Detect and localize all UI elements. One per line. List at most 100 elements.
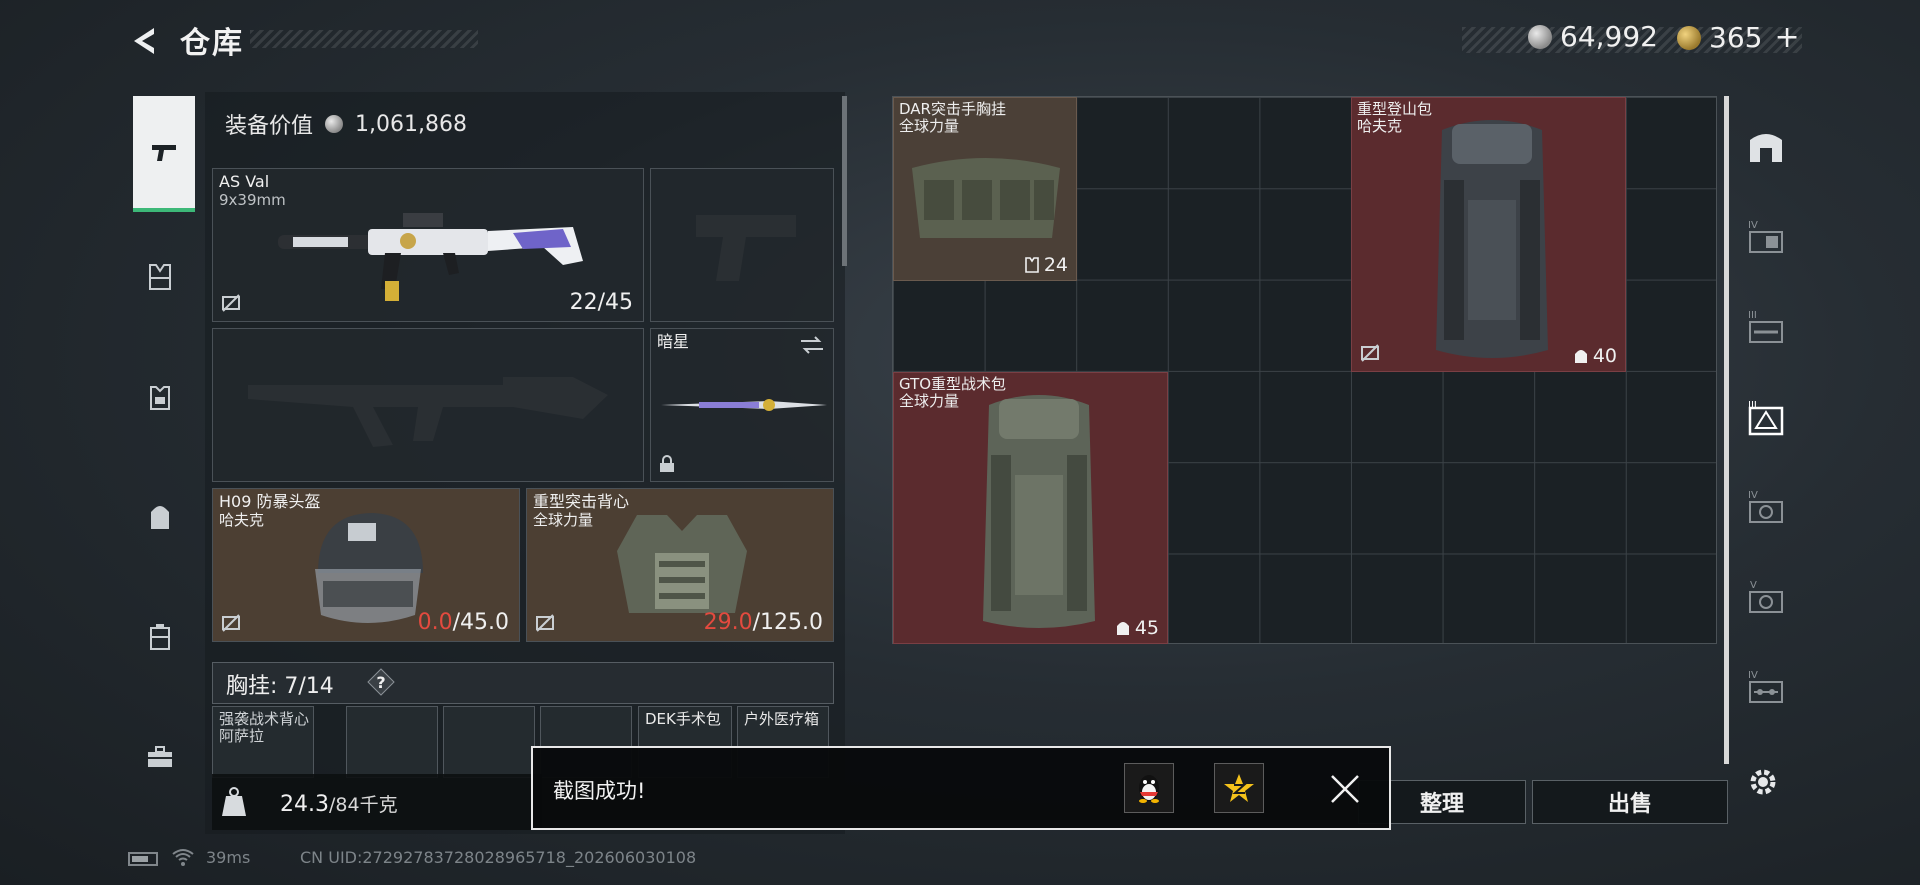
back-arrow-icon[interactable] (128, 24, 162, 58)
share-qzone-button[interactable] (1214, 763, 1264, 813)
battery-icon (128, 852, 158, 866)
backpack-icon (151, 506, 169, 529)
tier5-gear-container-icon: V (1749, 580, 1783, 613)
helmet-slot[interactable]: H09 防暴头盔 哈夫克 0.0/45.0 (212, 488, 520, 642)
container-tab-tier3[interactable]: III (1738, 286, 1794, 366)
pistol-icon (152, 145, 176, 161)
gold-amount: 365 (1709, 21, 1763, 54)
title-decoration (250, 30, 478, 48)
pistol-placeholder-icon (696, 215, 796, 281)
gold-coin-icon (1677, 25, 1701, 50)
loadout-scrollbar[interactable] (842, 96, 847, 266)
storage-item-chest-rig[interactable]: DAR突击手胸挂 全球力量 24 (893, 97, 1077, 281)
sell-button[interactable]: 出售 (1532, 780, 1728, 824)
equipment-value: 装备价值 1,061,868 (225, 108, 467, 140)
help-glyph: ? (376, 673, 385, 692)
nav-weapons[interactable] (133, 96, 195, 212)
mountain-backpack-image (1436, 120, 1548, 358)
sidearm-slot-empty[interactable] (650, 168, 834, 322)
help-icon[interactable]: ? (366, 667, 396, 697)
container-tab-safe[interactable] (1738, 106, 1794, 186)
armor-vest-icon (150, 386, 170, 410)
lock-icon (660, 455, 674, 472)
pocket-slot[interactable]: 强袭战术背心 阿萨拉 (212, 706, 314, 778)
storage-item-tactical-backpack[interactable]: GTO重型战术包 全球力量 45 (893, 372, 1168, 644)
melee-name: 暗星 (657, 332, 690, 351)
tier-label: III (1748, 310, 1757, 321)
nav-backpack[interactable] (131, 488, 189, 546)
item-count-value: 40 (1592, 345, 1617, 367)
primary-weapon-slot[interactable]: AS Val 9x39mm 22/45 (212, 168, 644, 322)
tier4-gear-container-icon: IV (1748, 490, 1783, 523)
add-currency-button[interactable]: + (1774, 20, 1799, 55)
tactical-backpack-image (983, 395, 1095, 628)
gold-currency[interactable]: 365 + (1677, 20, 1800, 55)
armor-slot[interactable]: 重型突击背心 全球力量 29.0/125.0 (526, 488, 834, 642)
helmet-durability-max: /45.0 (452, 610, 509, 635)
container-tab-tier4-c[interactable]: IV (1738, 646, 1794, 726)
container-tab-tier4-b[interactable]: IV (1738, 466, 1794, 546)
item-count-value: 24 (1043, 254, 1068, 276)
secondary-weapon-slot-empty[interactable] (212, 328, 644, 482)
weapon-name: AS Val (219, 172, 270, 191)
uninsured-icon (222, 294, 240, 312)
uninsured-icon (1361, 344, 1379, 362)
knife-image (661, 399, 827, 411)
safe-box-icon (1750, 134, 1782, 162)
share-qq-button[interactable] (1124, 763, 1174, 813)
uninsured-icon (222, 614, 240, 632)
armor-durability: 29.0/125.0 (704, 610, 823, 635)
pocket-slot-empty[interactable] (443, 706, 535, 778)
toast-message: 截图成功! (553, 779, 646, 803)
carry-weight-value: 24.3 (280, 792, 329, 817)
tier-label: IV (1748, 220, 1758, 231)
item-title: DAR突击手胸挂 (899, 100, 1006, 118)
carry-weight: 24.3/84千克 (280, 790, 398, 817)
container-tab-tier5[interactable]: V (1738, 556, 1794, 636)
tier4-pipe-container-icon: IV (1748, 670, 1783, 703)
equipment-value-label: 装备价值 (225, 114, 314, 139)
tier3-warning-container-icon: III (1748, 400, 1784, 436)
storage-item-mountain-backpack[interactable]: 重型登山包 哈夫克 40 (1351, 97, 1626, 372)
swap-icon[interactable] (799, 335, 825, 355)
melee-slot[interactable]: 暗星 (650, 328, 834, 482)
tier-label: V (1750, 580, 1757, 591)
backpack-capacity-icon (1574, 350, 1587, 363)
as-val-rifle-image (278, 213, 583, 301)
chest-rig-capacity-icon (1025, 257, 1039, 273)
container-tab-tier4[interactable]: IV (1738, 196, 1794, 276)
item-title: 重型登山包 (1357, 100, 1433, 118)
backpack-capacity-icon (1116, 622, 1129, 635)
pocket-item-name: 强袭战术背心 阿萨拉 (219, 710, 310, 745)
nav-chest-rig[interactable] (131, 248, 189, 306)
item-capacity: 24 (1024, 254, 1068, 276)
silver-currency: 64,992 (1528, 20, 1658, 53)
pocket-item-name: DEK手术包 (645, 710, 721, 728)
weapon-ammo-count: 22/45 (569, 290, 633, 315)
helmet-image (315, 513, 423, 623)
wifi-icon (172, 849, 194, 866)
storage-scrollbar[interactable] (1724, 96, 1729, 764)
tier-label: IV (1748, 490, 1758, 501)
nav-armor[interactable] (131, 368, 189, 426)
container-tab-tier3-active[interactable]: III (1738, 376, 1794, 456)
qq-penguin-icon (1139, 775, 1159, 803)
weight-kg-icon (222, 787, 246, 816)
item-maker: 全球力量 (899, 117, 960, 135)
helmet-durability: 0.0/45.0 (418, 610, 509, 635)
chest-rig-icon (149, 264, 171, 290)
nav-case[interactable] (131, 608, 189, 666)
close-icon[interactable] (1328, 772, 1362, 806)
silver-amount: 64,992 (1560, 20, 1658, 53)
user-uid: CN UID:2729278372802896571​8_20260603010… (300, 848, 697, 867)
pocket-slot-empty[interactable] (346, 706, 438, 778)
item-count-value: 45 (1134, 617, 1159, 639)
item-capacity: 40 (1573, 345, 1617, 367)
gear-icon[interactable] (1746, 765, 1780, 799)
qzone-star-icon (1224, 774, 1254, 802)
nav-toolbox[interactable] (131, 728, 189, 786)
left-category-nav (125, 90, 205, 830)
chest-rig-capacity: 胸挂: 7/14 (226, 674, 334, 699)
armor-durability-max: /125.0 (752, 610, 823, 635)
chest-rig-image (912, 158, 1060, 238)
